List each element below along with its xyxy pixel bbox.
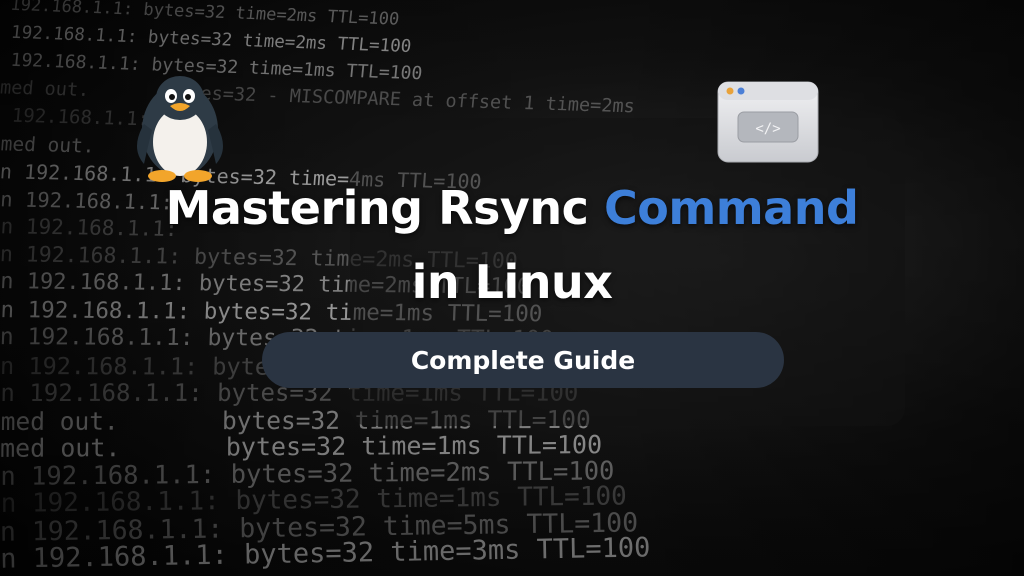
terminal-line: imed out. xyxy=(0,131,96,158)
headline-line-2: in Linux xyxy=(411,255,613,309)
thumbnail-canvas: 192.168.1.1: bytes=32 time=2ms TTL=100 1… xyxy=(0,0,1024,576)
headline-line-1: Mastering Rsync Command xyxy=(0,178,1024,238)
headline-accent-text: Command xyxy=(603,181,859,235)
code-symbol: </> xyxy=(755,121,780,137)
subtitle-pill: Complete Guide xyxy=(262,332,784,388)
code-window-icon: </> xyxy=(717,81,819,163)
subtitle-text: Complete Guide xyxy=(410,345,636,375)
headline-text: Mastering Rsync xyxy=(165,181,589,235)
linux-penguin-icon xyxy=(137,76,223,182)
